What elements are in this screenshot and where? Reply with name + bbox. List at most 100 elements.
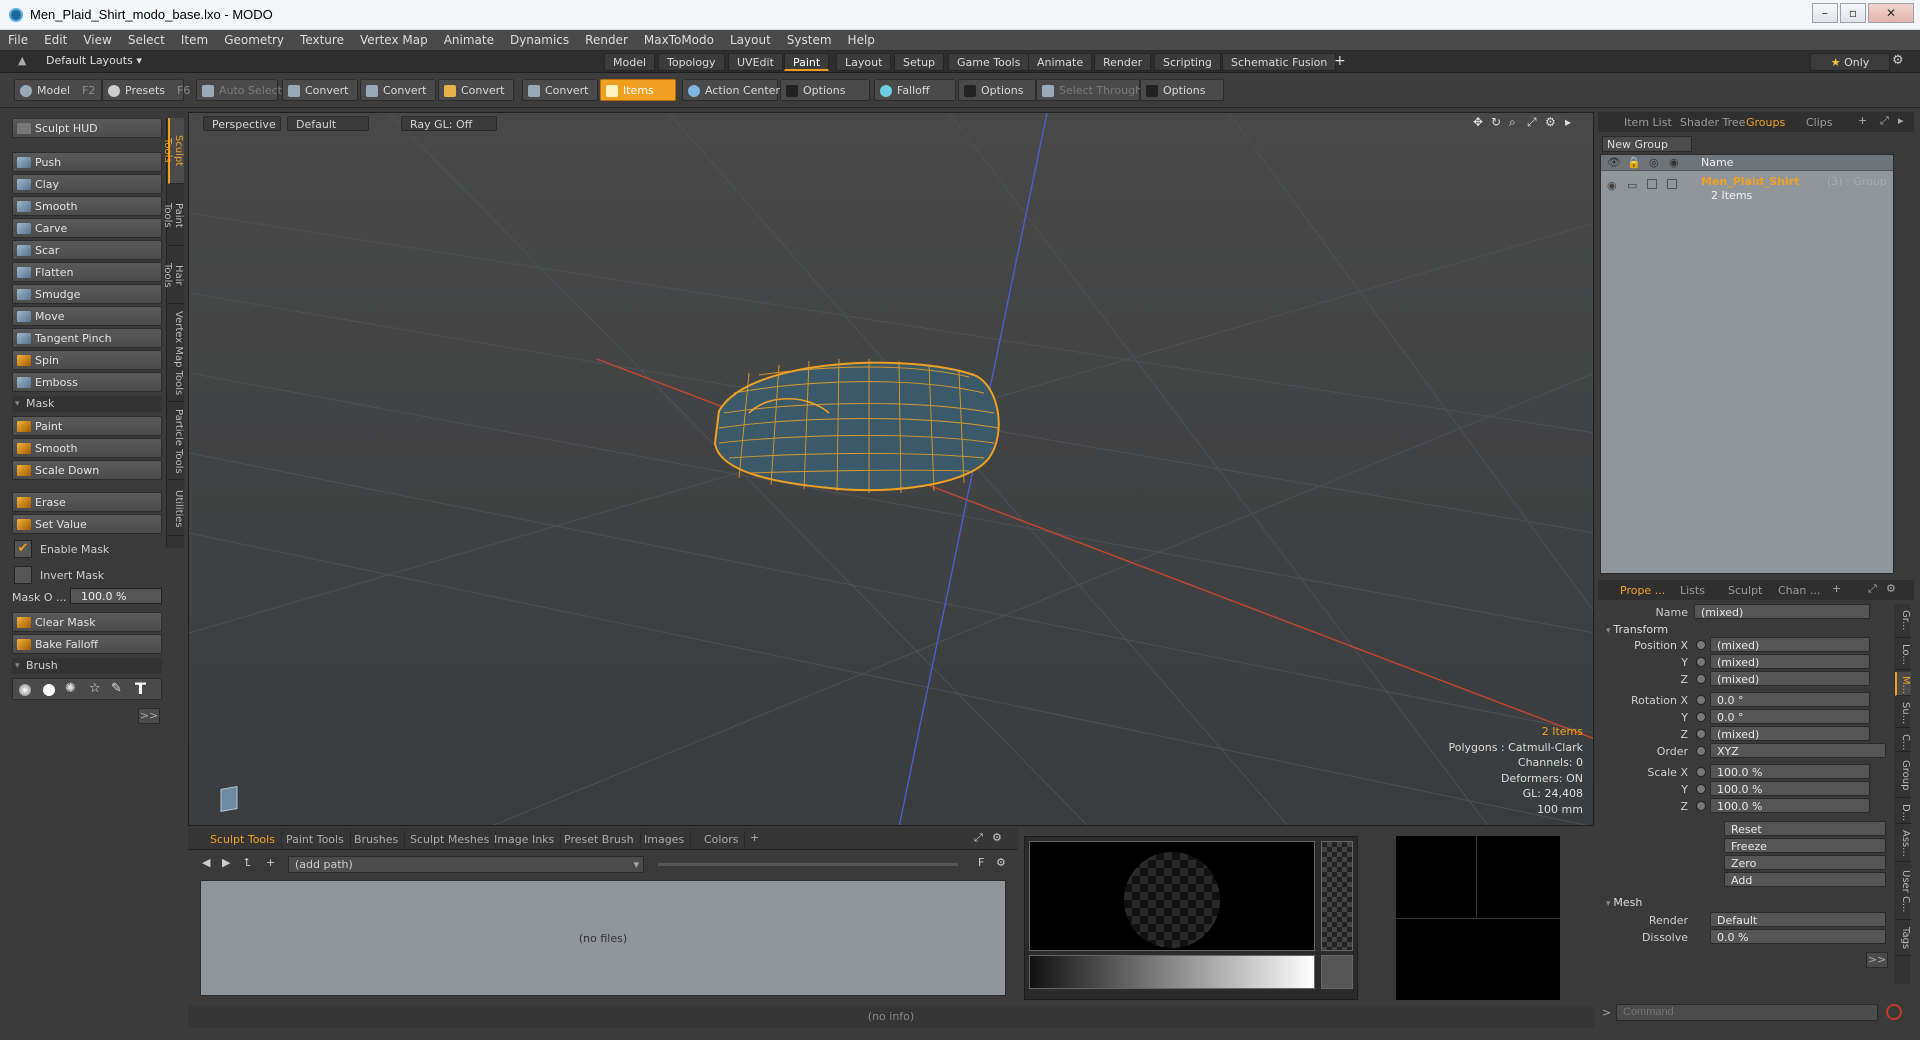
maximize-button[interactable]: ▫ [1840, 3, 1866, 23]
mask-scale-down-button[interactable]: Scale Down [12, 460, 162, 480]
thumbnail-size-slider[interactable] [658, 863, 958, 866]
order-anim-dot[interactable] [1696, 746, 1706, 756]
menu-animate[interactable]: Animate [436, 30, 502, 51]
menu-render[interactable]: Render [577, 30, 636, 51]
menu-system[interactable]: System [779, 30, 840, 51]
row-lock-icon[interactable]: ▭ [1627, 179, 1637, 192]
convert-button-3[interactable]: Convert [438, 79, 514, 101]
convert-button-4[interactable]: Convert [522, 79, 598, 101]
ptab-lo[interactable]: Lo... [1895, 640, 1911, 670]
raygl-toggle[interactable]: Ray GL: Off [401, 116, 497, 131]
select-through-button[interactable]: Select Through [1036, 79, 1142, 101]
tab-channels[interactable]: Chan ... [1772, 582, 1826, 599]
tool-carve[interactable]: Carve [12, 218, 162, 238]
ptab-tags[interactable]: Tags [1895, 922, 1911, 956]
tool-push[interactable]: Push [12, 152, 162, 172]
reset-dropdown[interactable]: Reset [1724, 821, 1886, 836]
menu-geometry[interactable]: Geometry [216, 30, 292, 51]
bake-falloff-button[interactable]: Bake Falloff [12, 634, 162, 654]
tab-properties[interactable]: Prope ... [1614, 582, 1671, 599]
vtab-paint-tools[interactable]: Paint Tools [162, 186, 184, 246]
position-z-anim-dot[interactable] [1696, 674, 1706, 684]
value-gradient-strip[interactable] [1029, 955, 1315, 989]
file-browser-area[interactable]: (no files) [200, 880, 1006, 996]
convert-button-1[interactable]: Convert [282, 79, 358, 101]
items-button[interactable]: Items [600, 79, 676, 101]
tool-spin[interactable]: Spin [12, 350, 162, 370]
zoom-icon[interactable]: ⌕ [1509, 115, 1516, 130]
add-dropdown[interactable]: Add [1724, 872, 1886, 887]
menu-edit[interactable]: Edit [36, 30, 75, 51]
add-tab-icon[interactable]: + [1334, 53, 1346, 69]
row-visibility-icon[interactable]: ◉ [1607, 179, 1617, 192]
hard-brush-icon[interactable] [43, 684, 55, 696]
minimize-button[interactable]: – [1812, 3, 1838, 23]
tool-scar[interactable]: Scar [12, 240, 162, 260]
tab-clips[interactable]: Clips [1800, 114, 1839, 131]
new-group-button[interactable]: New Group [1602, 136, 1692, 152]
position-x-anim-dot[interactable] [1696, 640, 1706, 650]
zero-dropdown[interactable]: Zero [1724, 855, 1886, 870]
tab-game-tools[interactable]: Game Tools [948, 53, 1030, 71]
tab-item-list[interactable]: Item List [1618, 114, 1678, 131]
auto-select-button[interactable]: Auto Select [196, 79, 282, 101]
sculpt-hud-button[interactable]: Sculpt HUD [12, 118, 162, 138]
render-dropdown[interactable]: Default [1710, 912, 1886, 927]
mask-paint-button[interactable]: Paint [12, 416, 162, 436]
view-dropdown[interactable]: Perspective [203, 116, 281, 131]
props-gear-icon[interactable]: ⚙ [1886, 582, 1896, 595]
mesh-section[interactable]: Mesh [1606, 896, 1642, 909]
btab-images[interactable]: Images [638, 831, 692, 848]
ptab-ass[interactable]: Ass... [1895, 826, 1911, 862]
erase-button[interactable]: Erase [12, 492, 162, 512]
plaid-shirt-mesh[interactable] [713, 358, 1000, 494]
ptab-su[interactable]: Su... [1895, 698, 1911, 728]
text-brush-icon[interactable]: T [135, 679, 146, 698]
btab-brushes[interactable]: Brushes [348, 831, 406, 848]
add-path-icon[interactable]: + [266, 856, 275, 869]
tab-setup[interactable]: Setup [894, 53, 945, 71]
ptab-c[interactable]: C... [1895, 730, 1911, 752]
btab-preset-brush[interactable]: Preset Brush [558, 831, 641, 848]
menu-help[interactable]: Help [840, 30, 883, 51]
btab-paint-tools[interactable]: Paint Tools [280, 831, 351, 848]
scale-x-field[interactable]: 100.0 % [1710, 764, 1870, 779]
mask-opacity-field[interactable]: 100.0 % [70, 588, 162, 604]
add-props-tab-icon[interactable]: + [1832, 582, 1841, 595]
menu-item[interactable]: Item [173, 30, 216, 51]
shading-dropdown[interactable]: Default [287, 116, 369, 131]
row-select-box[interactable] [1647, 179, 1657, 189]
tab-schematic-fusion[interactable]: Schematic Fusion [1222, 53, 1337, 71]
ptab-m[interactable]: M... [1895, 672, 1911, 696]
forward-arrow-icon[interactable]: ▶ [222, 856, 230, 869]
group-row[interactable]: ◉ ▭ Men_Plaid_Shirt (3) : Group 2 Items [1601, 173, 1893, 205]
pan-icon[interactable]: ✥ [1473, 115, 1483, 129]
tab-scripting[interactable]: Scripting [1154, 53, 1221, 71]
soft-brush-icon[interactable] [19, 684, 31, 696]
gear-icon[interactable]: ⚙ [1892, 53, 1904, 68]
brush-section-header[interactable]: Brush [12, 658, 162, 674]
rotation-z-anim-dot[interactable] [1696, 729, 1706, 739]
clear-mask-button[interactable]: Clear Mask [12, 612, 162, 632]
options-button-2[interactable]: Options [958, 79, 1036, 101]
fit-icon[interactable]: ⤢ [1527, 115, 1537, 130]
row-render-box[interactable] [1667, 179, 1677, 189]
options-button-3[interactable]: Options [1140, 79, 1224, 101]
ptab-gr[interactable]: Gr... [1895, 604, 1911, 638]
layouts-dropdown[interactable]: Default Layouts ▾ [46, 54, 142, 67]
up-folder-icon[interactable]: ⮤ [244, 856, 251, 870]
tab-uvedit[interactable]: UVEdit [728, 53, 783, 71]
menu-dynamics[interactable]: Dynamics [502, 30, 577, 51]
expand-more-button[interactable]: >> [138, 708, 160, 724]
ptab-group[interactable]: Group [1895, 754, 1911, 798]
tab-render[interactable]: Render [1094, 53, 1152, 71]
record-macro-icon[interactable] [1886, 1004, 1902, 1020]
menu-maxtomodo[interactable]: MaxToModo [636, 30, 722, 51]
tab-lists[interactable]: Lists [1674, 582, 1711, 599]
menu-view[interactable]: View [75, 30, 119, 51]
enable-mask-checkbox[interactable]: ✔ [14, 540, 32, 558]
tool-emboss[interactable]: Emboss [12, 372, 162, 392]
btab-image-inks[interactable]: Image Inks [488, 831, 562, 848]
only-toggle[interactable]: ★ Only [1810, 53, 1890, 71]
tool-tangent-pinch[interactable]: Tangent Pinch [12, 328, 162, 348]
